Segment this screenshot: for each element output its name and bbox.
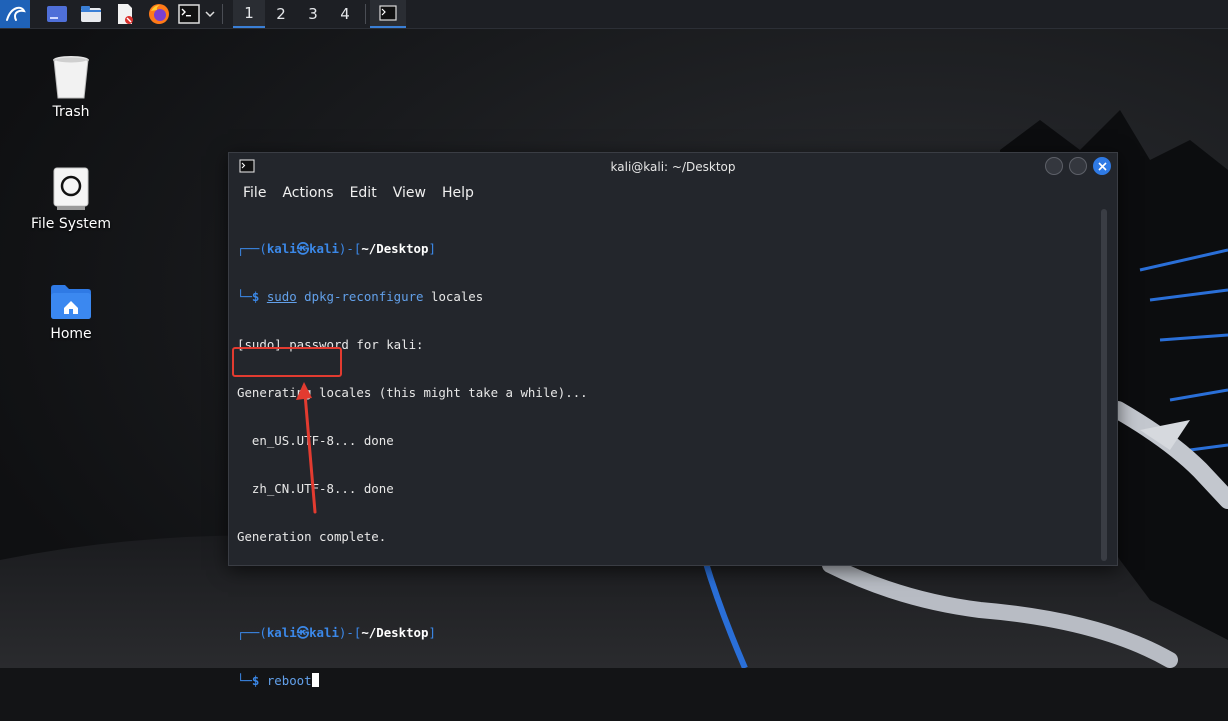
terminal-icon <box>239 159 255 176</box>
terminal-output[interactable]: ┌──(kali㉿kali)-[~/Desktop] └─$ sudo dpkg… <box>237 209 1099 688</box>
output-line: en_US.UTF-8... done <box>237 433 394 448</box>
show-desktop-button[interactable] <box>40 0 74 28</box>
panel-separator <box>365 4 366 24</box>
command-line-2: └─$ reboot <box>237 673 1099 689</box>
menu-help[interactable]: Help <box>434 185 482 201</box>
kali-menu-button[interactable] <box>0 0 30 28</box>
command-arg: locales <box>430 289 484 304</box>
firefox-launcher[interactable] <box>142 0 176 28</box>
text-editor-launcher[interactable] <box>108 0 142 28</box>
annotation-arrow-icon <box>296 382 317 514</box>
desktop-icon-label: Home <box>50 326 92 342</box>
file-manager-launcher[interactable] <box>74 0 108 28</box>
desktop-icon-label: Trash <box>52 104 90 120</box>
terminal-icon <box>178 4 200 24</box>
prompt-dir: ~/Desktop <box>361 241 429 256</box>
window-controls <box>1045 157 1111 175</box>
command-line-1: └─$ sudo dpkg-reconfigure locales <box>237 289 484 304</box>
prompt-line-1: ┌──(kali㉿kali)-[~/Desktop] <box>237 241 436 256</box>
prompt-user: kali <box>266 241 297 256</box>
drive-icon <box>53 167 89 210</box>
chevron-down-icon <box>205 11 215 18</box>
prompt-line-2: ┌──(kali㉿kali)-[~/Desktop] <box>237 625 436 640</box>
minimize-button[interactable] <box>1045 157 1063 175</box>
workspace-4[interactable]: 4 <box>329 0 361 28</box>
firefox-icon <box>149 4 169 24</box>
menu-actions[interactable]: Actions <box>274 185 341 201</box>
workspace-3[interactable]: 3 <box>297 0 329 28</box>
terminal-launcher[interactable] <box>176 0 202 28</box>
maximize-button[interactable] <box>1069 157 1087 175</box>
desktop-icon-trash[interactable]: Trash <box>11 54 131 120</box>
terminal-launcher-dropdown[interactable] <box>202 0 218 28</box>
command-reboot: reboot <box>266 673 312 688</box>
taskbar-terminal-window[interactable] <box>370 0 406 28</box>
desktop-icon-file-system[interactable]: File System <box>11 166 131 232</box>
menu-view[interactable]: View <box>385 185 434 201</box>
window-title: kali@kali: ~/Desktop <box>610 159 736 174</box>
text-editor-icon <box>118 4 133 24</box>
workspace-2[interactable]: 2 <box>265 0 297 28</box>
desktop-icon-label: File System <box>30 216 112 232</box>
folder-icon <box>81 6 101 22</box>
terminal-icon <box>379 5 397 21</box>
panel-separator <box>222 4 223 24</box>
terminal-window[interactable]: kali@kali: ~/Desktop File Actions Edit V… <box>228 152 1118 688</box>
output-line: Generation complete. <box>237 529 387 544</box>
close-icon <box>1097 161 1107 171</box>
kali-dragon-icon <box>6 6 26 21</box>
workspace-switcher: 1 2 3 4 <box>233 0 361 28</box>
annotation-highlight-box <box>232 347 342 377</box>
desktop-icon <box>47 6 67 22</box>
prompt-host: kali <box>309 241 339 256</box>
command-sudo: sudo <box>266 289 297 304</box>
home-folder-icon <box>51 285 91 319</box>
workspace-1[interactable]: 1 <box>233 0 265 28</box>
menu-file[interactable]: File <box>235 185 274 201</box>
terminal-scrollbar[interactable] <box>1101 209 1107 561</box>
trash-icon <box>53 56 89 99</box>
command-name: dpkg-reconfigure <box>304 289 424 304</box>
close-button[interactable] <box>1093 157 1111 175</box>
window-titlebar[interactable]: kali@kali: ~/Desktop <box>229 153 1117 180</box>
top-panel: 1 2 3 4 <box>0 0 1228 29</box>
output-line: [sudo] password for kali: <box>237 337 424 352</box>
prompt-dir: ~/Desktop <box>361 625 429 640</box>
menu-bar: File Actions Edit View Help <box>229 180 1117 206</box>
text-cursor <box>311 673 319 687</box>
prompt-user: kali <box>266 625 297 640</box>
desktop-icon-home[interactable]: Home <box>11 282 131 342</box>
prompt-host: kali <box>309 625 339 640</box>
output-line: zh_CN.UTF-8... done <box>237 481 394 496</box>
menu-edit[interactable]: Edit <box>342 185 385 201</box>
output-line: Generating locales (this might take a wh… <box>237 385 588 400</box>
